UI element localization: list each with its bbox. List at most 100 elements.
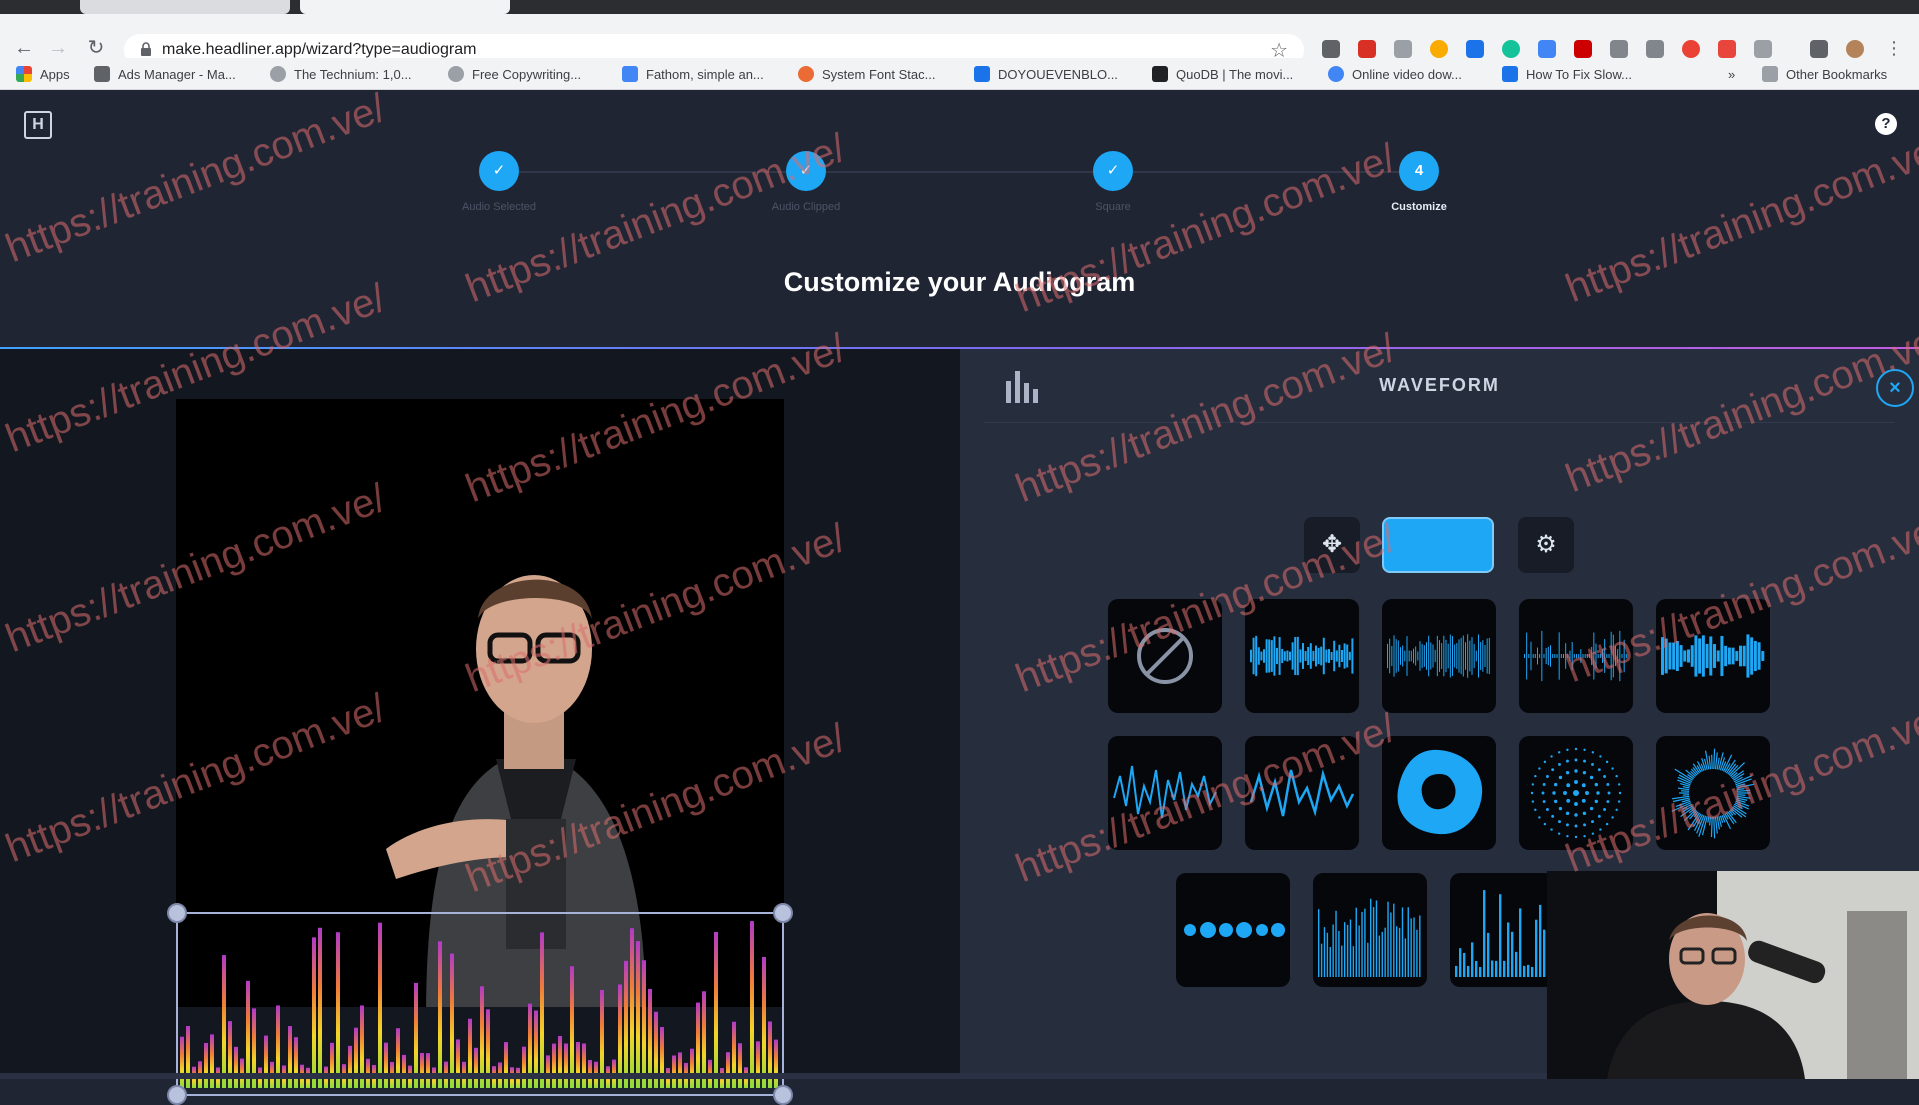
waveform-thumb-mark bbox=[1538, 816, 1540, 818]
waveform-option-vertical-bars[interactable] bbox=[1313, 873, 1427, 987]
waveform-thumb-mark bbox=[1483, 890, 1485, 977]
waveform-thumb-mark bbox=[1714, 749, 1715, 769]
extension-icon[interactable] bbox=[1466, 40, 1484, 58]
waveform-thumb-mark bbox=[1585, 791, 1589, 795]
bookmark-item[interactable]: Free Copywriting... bbox=[448, 65, 581, 83]
bookmark-favicon bbox=[1502, 66, 1518, 82]
grammarly-icon[interactable] bbox=[1502, 40, 1520, 58]
waveform-option-bars[interactable] bbox=[1245, 599, 1359, 713]
bookmark-overflow-chevron-icon[interactable]: » bbox=[1728, 65, 1735, 83]
waveform-thumb-mark bbox=[1563, 654, 1564, 658]
waveform-thumb-mark bbox=[1281, 649, 1283, 663]
close-icon[interactable]: × bbox=[1876, 369, 1914, 407]
waveform-thumb-mark bbox=[1373, 907, 1374, 977]
extension-icon[interactable] bbox=[1646, 40, 1664, 58]
other-bookmarks[interactable]: Other Bookmarks bbox=[1762, 65, 1887, 83]
browser-tab[interactable] bbox=[80, 0, 290, 14]
waveform-thumb-mark bbox=[1565, 643, 1566, 669]
waveform-option-thin-lines[interactable] bbox=[1382, 599, 1496, 713]
bookmark-item[interactable]: The Technium: 1,0... bbox=[270, 65, 412, 83]
waveform-thumb-mark bbox=[1615, 775, 1617, 777]
extension-icon[interactable] bbox=[1682, 40, 1700, 58]
waveform-option-dots-row[interactable] bbox=[1176, 873, 1290, 987]
waveform-thumb-mark bbox=[1566, 749, 1568, 751]
waveform-option-radial-lines[interactable] bbox=[1656, 736, 1770, 850]
waveform-thumb-mark bbox=[1538, 767, 1540, 769]
gear-icon[interactable]: ⚙ bbox=[1518, 517, 1574, 573]
waveform-color-button[interactable] bbox=[1382, 517, 1494, 573]
extension-icon[interactable] bbox=[1610, 40, 1628, 58]
waveform-thumb-mark bbox=[1476, 651, 1477, 662]
profile-avatar[interactable] bbox=[1846, 40, 1864, 58]
waveform-thumb-mark bbox=[1698, 638, 1701, 673]
bookmark-item[interactable]: DOYOUEVENBLO... bbox=[974, 65, 1118, 83]
menu-icon[interactable]: ⋮ bbox=[1882, 36, 1906, 60]
waveform-thumb-mark bbox=[1583, 749, 1585, 751]
waveform-thumb-mark bbox=[1596, 644, 1597, 669]
waveform-thumb-mark bbox=[1542, 792, 1545, 795]
move-icon[interactable]: ✥ bbox=[1304, 517, 1360, 573]
waveform-thumb-mark bbox=[1399, 928, 1400, 977]
waveform-thumb-mark bbox=[1606, 761, 1608, 763]
waveform-thumb-mark bbox=[1619, 631, 1620, 681]
waveform-thumb-mark bbox=[1321, 944, 1322, 977]
resize-handle[interactable] bbox=[773, 903, 793, 923]
waveform-thumb-mark bbox=[1591, 820, 1594, 823]
reading-list-icon[interactable] bbox=[1810, 40, 1828, 58]
waveform-thumb-mark bbox=[1583, 812, 1586, 815]
browser-tabstrip bbox=[0, 0, 1919, 14]
extension-icon[interactable] bbox=[1394, 40, 1412, 58]
waveform-thumb-mark bbox=[1599, 755, 1601, 757]
extension-icon[interactable] bbox=[1430, 40, 1448, 58]
waveform-thumb-mark bbox=[1595, 783, 1598, 786]
bookmark-favicon bbox=[798, 66, 814, 82]
back-icon[interactable]: ← bbox=[12, 36, 36, 60]
extension-icon[interactable] bbox=[1322, 40, 1340, 58]
waveform-thumb-mark bbox=[1559, 632, 1560, 679]
bookmark-item[interactable]: Online video dow... bbox=[1328, 65, 1462, 83]
waveform-thumb-mark bbox=[1537, 648, 1538, 665]
waveform-thumb-mark bbox=[1472, 637, 1473, 675]
waveform-option-thick-bars[interactable] bbox=[1656, 599, 1770, 713]
waveform-option-line[interactable] bbox=[1108, 736, 1222, 850]
bookmark-item[interactable]: QuoDB | The movi... bbox=[1152, 65, 1293, 83]
headliner-logo-icon[interactable]: H bbox=[24, 111, 52, 139]
waveform-option-none[interactable] bbox=[1108, 599, 1222, 713]
browser-tab-active[interactable] bbox=[300, 0, 510, 14]
bookmark-item[interactable]: Fathom, simple an... bbox=[622, 65, 764, 83]
extension-icon[interactable] bbox=[1574, 40, 1592, 58]
waveform-thumb-mark bbox=[1732, 648, 1735, 665]
resize-handle[interactable] bbox=[167, 903, 187, 923]
waveform-thumb-mark bbox=[1672, 643, 1675, 670]
waveform-selection-box[interactable] bbox=[176, 912, 784, 1096]
waveform-option-dots-radial[interactable] bbox=[1519, 736, 1633, 850]
extension-icon[interactable] bbox=[1718, 40, 1736, 58]
waveform-thumb-mark bbox=[1739, 646, 1742, 667]
extension-icon[interactable] bbox=[1358, 40, 1376, 58]
waveform-option-sparse-lines[interactable] bbox=[1519, 599, 1633, 713]
bookmark-item[interactable]: Ads Manager - Ma... bbox=[94, 65, 236, 83]
waveform-thumb-mark bbox=[1708, 817, 1709, 823]
extension-icon[interactable] bbox=[1754, 40, 1772, 58]
help-icon[interactable]: ? bbox=[1875, 113, 1897, 135]
bookmark-item[interactable]: Apps bbox=[16, 65, 70, 83]
waveform-thumb-mark bbox=[1582, 783, 1586, 787]
waveform-thumb-mark bbox=[1299, 649, 1301, 662]
resize-handle[interactable] bbox=[167, 1085, 187, 1105]
resize-handle[interactable] bbox=[773, 1085, 793, 1105]
waveform-option-blob[interactable] bbox=[1382, 736, 1496, 850]
reload-icon[interactable]: ↻ bbox=[84, 36, 108, 60]
waveform-thumb-mark bbox=[1606, 800, 1609, 803]
waveform-option-line-2[interactable] bbox=[1245, 736, 1359, 850]
bookmark-item[interactable]: How To Fix Slow... bbox=[1502, 65, 1632, 83]
extension-icon[interactable] bbox=[1538, 40, 1556, 58]
waveform-thumb-mark bbox=[1519, 908, 1521, 977]
forward-icon[interactable]: → bbox=[46, 36, 70, 60]
preview-pane bbox=[0, 349, 960, 1079]
waveform-thumb-mark bbox=[1676, 641, 1679, 671]
waveform-thumb-mark bbox=[1398, 640, 1399, 671]
bookmark-item[interactable]: System Font Stac... bbox=[798, 65, 935, 83]
waveform-thumb-mark bbox=[1566, 760, 1569, 763]
waveform-thumb-mark bbox=[1459, 639, 1460, 672]
waveform-thumb-mark bbox=[1750, 637, 1753, 674]
